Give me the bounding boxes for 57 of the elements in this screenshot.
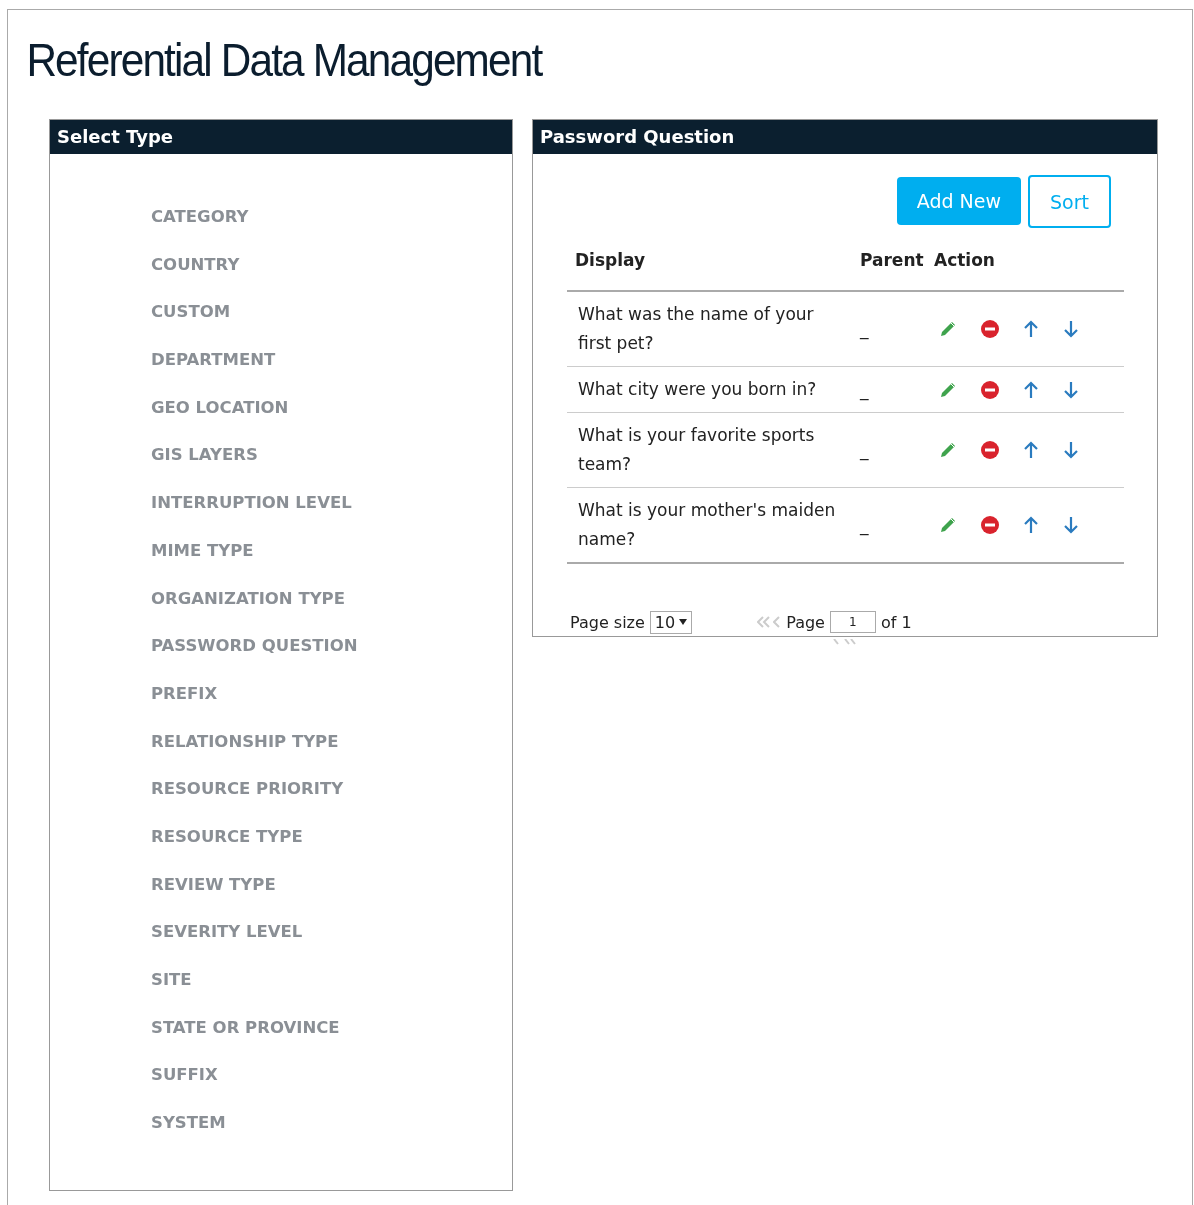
page-size-select[interactable]: 10 [649, 610, 693, 634]
move-up-icon[interactable] [1022, 515, 1040, 535]
move-down-icon[interactable] [1062, 319, 1080, 339]
type-link[interactable]: DEPARTMENT [151, 345, 512, 393]
panel-title: Password Question [533, 120, 1157, 154]
type-link[interactable]: INTERRUPTION LEVEL [151, 488, 512, 536]
page-count: of 1 [880, 612, 912, 632]
type-link[interactable]: CUSTOM [151, 297, 512, 346]
type-link[interactable]: SITE [151, 965, 512, 1013]
type-link[interactable]: PASSWORD QUESTION [151, 631, 512, 679]
table-cell: _ [860, 515, 869, 535]
column-header: Display [567, 236, 860, 291]
move-up-icon[interactable] [1022, 319, 1040, 339]
delete-icon[interactable] [980, 319, 1000, 339]
table-cell-text: What was the name of your first pet? [578, 303, 815, 355]
type-link[interactable]: RESOURCE TYPE [151, 821, 512, 870]
move-up-icon[interactable] [1022, 440, 1040, 460]
type-link[interactable]: STATE OR PROVINCE [151, 1012, 512, 1061]
move-down-icon[interactable] [1062, 440, 1080, 460]
table-cell: _ [860, 440, 869, 460]
type-link[interactable]: SEVERITY LEVEL [151, 917, 512, 965]
edit-icon[interactable] [938, 319, 958, 339]
table-cell: _ [860, 379, 869, 400]
move-up-icon[interactable] [1022, 379, 1040, 400]
column-header: Parent [860, 236, 934, 291]
edit-icon[interactable] [938, 515, 958, 535]
type-link[interactable]: ORGANIZATION TYPE [151, 583, 512, 632]
edit-icon[interactable] [938, 440, 958, 460]
type-link[interactable]: GIS LAYERS [151, 440, 512, 489]
type-link[interactable]: RESOURCE PRIORITY [151, 774, 512, 822]
move-down-icon[interactable] [1062, 515, 1080, 535]
type-link[interactable]: REVIEW TYPE [151, 869, 512, 918]
delete-icon[interactable] [980, 440, 1000, 460]
page-label: Page [786, 612, 825, 632]
column-header: Action [934, 236, 1124, 291]
page-input[interactable]: 1 [829, 611, 876, 633]
type-link[interactable]: RELATIONSHIP TYPE [151, 726, 512, 775]
table-cell-text: What city were you born in? [578, 378, 818, 401]
type-link[interactable]: CATEGORY [151, 202, 512, 250]
table-cell: _ [860, 319, 869, 339]
type-link[interactable]: MIME TYPE [151, 535, 512, 584]
move-down-icon[interactable] [1062, 379, 1080, 400]
panel-title: Select Type [50, 120, 512, 154]
table-cell-text: What is your mother's maiden name? [578, 499, 837, 551]
caret-icon [679, 618, 688, 626]
action-button[interactable]: Sort [1028, 175, 1111, 228]
delete-icon[interactable] [980, 515, 1000, 535]
action-button[interactable]: Add New [896, 177, 1022, 225]
type-link[interactable]: PREFIX [151, 678, 512, 727]
type-link[interactable]: SYSTEM [151, 1108, 512, 1156]
type-link[interactable]: COUNTRY [151, 249, 512, 298]
page-title: Referential Data Management [25, 33, 543, 88]
page-size-label: Page size [570, 612, 645, 632]
type-link[interactable]: SUFFIX [151, 1060, 512, 1109]
table-cell-text: What is your favorite sports team? [578, 424, 816, 476]
delete-icon[interactable] [980, 379, 1000, 400]
type-link[interactable]: GEO LOCATION [151, 392, 512, 441]
